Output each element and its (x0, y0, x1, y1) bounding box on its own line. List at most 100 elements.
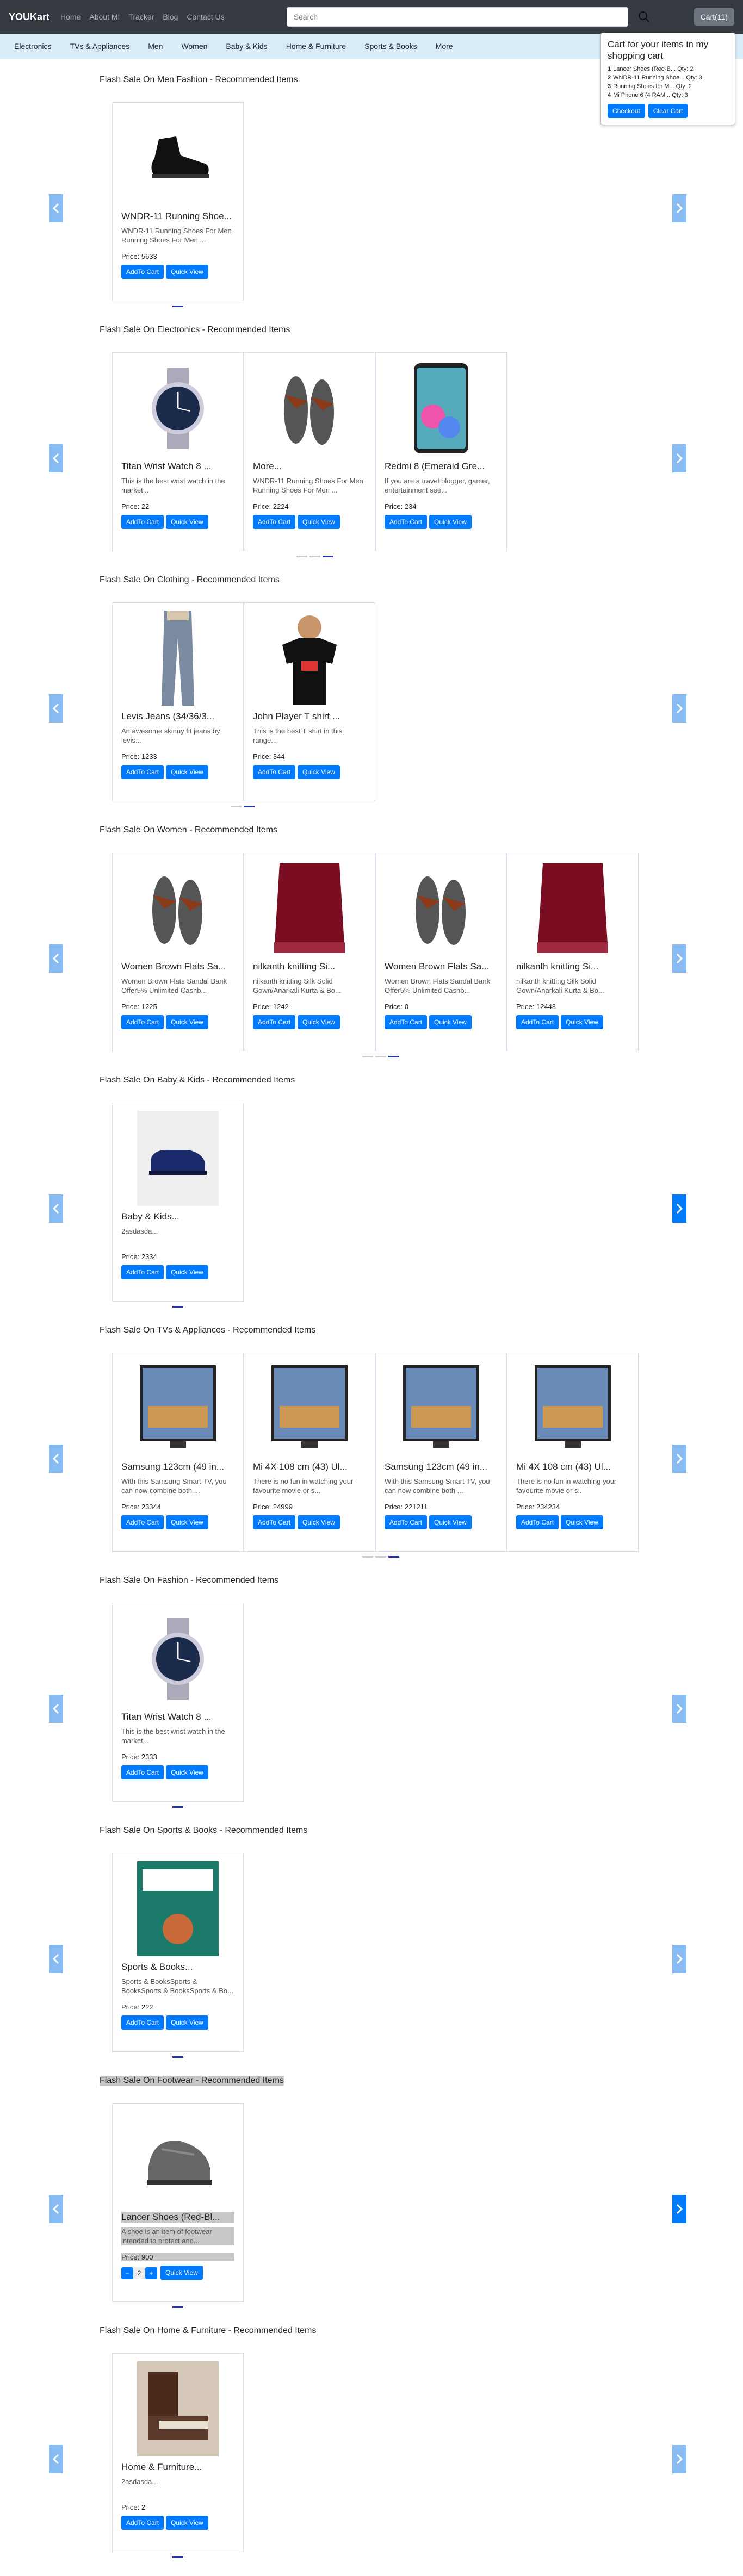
carousel-prev-button[interactable] (49, 1194, 63, 1223)
quick-view-button[interactable]: Quick View (298, 1515, 340, 1529)
carousel-prev-button[interactable] (49, 694, 63, 723)
carousel-indicator[interactable] (172, 1806, 183, 1808)
add-to-cart-button[interactable]: AddTo Cart (121, 765, 164, 779)
tshirt-icon[interactable] (269, 611, 350, 706)
carousel-indicator[interactable] (296, 556, 307, 557)
carousel-prev-button[interactable] (49, 944, 63, 973)
add-to-cart-button[interactable]: AddTo Cart (253, 515, 296, 529)
carousel-indicator[interactable] (172, 2056, 183, 2058)
category-home-furniture[interactable]: Home & Furniture (276, 42, 355, 51)
search-icon[interactable] (635, 8, 653, 26)
quick-view-button[interactable]: Quick View (298, 1015, 340, 1029)
carousel-indicator[interactable] (172, 2556, 183, 2558)
add-to-cart-button[interactable]: AddTo Cart (121, 515, 164, 529)
carousel-next-button[interactable] (672, 1194, 686, 1223)
nav-link-home[interactable]: Home (60, 13, 81, 21)
quick-view-button[interactable]: Quick View (429, 1515, 472, 1529)
quick-view-button[interactable]: Quick View (166, 2015, 208, 2030)
category-electronics[interactable]: Electronics (4, 42, 60, 51)
cart-button[interactable]: Cart(11) (694, 8, 734, 26)
carousel-next-button[interactable] (672, 444, 686, 472)
add-to-cart-button[interactable]: AddTo Cart (516, 1015, 559, 1029)
quick-view-button[interactable]: Quick View (561, 1515, 603, 1529)
carousel-prev-button[interactable] (49, 194, 63, 222)
kids-shoe-icon[interactable] (137, 1111, 219, 1206)
carousel-prev-button[interactable] (49, 1445, 63, 1473)
add-to-cart-button[interactable]: AddTo Cart (385, 515, 428, 529)
carousel-indicator[interactable] (172, 306, 183, 307)
add-to-cart-button[interactable]: AddTo Cart (253, 765, 296, 779)
quick-view-button[interactable]: Quick View (429, 1015, 472, 1029)
carousel-indicator[interactable] (172, 2306, 183, 2308)
sandal-icon[interactable] (137, 861, 219, 956)
carousel-indicator[interactable] (323, 556, 333, 557)
carousel-prev-button[interactable] (49, 1695, 63, 1723)
category-sports-books[interactable]: Sports & Books (355, 42, 426, 51)
carousel-next-button[interactable] (672, 1445, 686, 1473)
carousel-prev-button[interactable] (49, 2195, 63, 2223)
nav-link-contact[interactable]: Contact Us (187, 13, 224, 21)
tv-icon[interactable] (137, 1361, 219, 1456)
search-input[interactable] (286, 7, 628, 27)
carousel-prev-button[interactable] (49, 444, 63, 472)
watch-icon[interactable] (137, 360, 219, 456)
carousel-next-button[interactable] (672, 694, 686, 723)
quick-view-button[interactable]: Quick View (166, 1265, 208, 1279)
checkout-button[interactable]: Checkout (608, 104, 645, 118)
carousel-indicator[interactable] (231, 806, 242, 807)
decrement-button[interactable]: − (121, 2267, 133, 2279)
book-icon[interactable] (137, 1861, 219, 1956)
quick-view-button[interactable]: Quick View (166, 1015, 208, 1029)
carousel-prev-button[interactable] (49, 1945, 63, 1973)
add-to-cart-button[interactable]: AddTo Cart (121, 2015, 164, 2030)
carousel-prev-button[interactable] (49, 2445, 63, 2473)
carousel-indicator[interactable] (388, 1556, 399, 1558)
tv-icon[interactable] (532, 1361, 614, 1456)
category-more[interactable]: More (426, 42, 462, 51)
category-women[interactable]: Women (171, 42, 216, 51)
tv-icon[interactable] (400, 1361, 482, 1456)
category-baby-kids[interactable]: Baby & Kids (216, 42, 276, 51)
quick-view-button[interactable]: Quick View (166, 1765, 208, 1779)
add-to-cart-button[interactable]: AddTo Cart (253, 1515, 296, 1529)
brand-logo[interactable]: YOUKart (9, 11, 49, 23)
quick-view-button[interactable]: Quick View (160, 2266, 203, 2280)
add-to-cart-button[interactable]: AddTo Cart (121, 1265, 164, 1279)
carousel-indicator[interactable] (388, 1056, 399, 1057)
add-to-cart-button[interactable]: AddTo Cart (253, 1015, 296, 1029)
quick-view-button[interactable]: Quick View (166, 2516, 208, 2530)
add-to-cart-button[interactable]: AddTo Cart (121, 1765, 164, 1779)
carousel-next-button[interactable] (672, 194, 686, 222)
quantity-stepper[interactable]: −2 + (121, 2267, 157, 2279)
tv-icon[interactable] (269, 1361, 350, 1456)
nav-link-blog[interactable]: Blog (163, 13, 178, 21)
quick-view-button[interactable]: Quick View (298, 515, 340, 529)
quick-view-button[interactable]: Quick View (166, 765, 208, 779)
add-to-cart-button[interactable]: AddTo Cart (516, 1515, 559, 1529)
phone-icon[interactable] (400, 360, 482, 456)
carousel-indicator[interactable] (375, 1556, 386, 1558)
jeans-icon[interactable] (137, 611, 219, 706)
quick-view-button[interactable]: Quick View (166, 265, 208, 279)
add-to-cart-button[interactable]: AddTo Cart (385, 1015, 428, 1029)
carousel-next-button[interactable] (672, 944, 686, 973)
carousel-next-button[interactable] (672, 2445, 686, 2473)
quick-view-button[interactable]: Quick View (166, 515, 208, 529)
add-to-cart-button[interactable]: AddTo Cart (121, 1015, 164, 1029)
carousel-indicator[interactable] (362, 1056, 373, 1057)
carousel-indicator[interactable] (362, 1556, 373, 1558)
quick-view-button[interactable]: Quick View (561, 1015, 603, 1029)
nav-link-tracker[interactable]: Tracker (128, 13, 154, 21)
sneaker-icon[interactable] (137, 2111, 219, 2206)
add-to-cart-button[interactable]: AddTo Cart (121, 265, 164, 279)
clear-cart-button[interactable]: Clear Cart (648, 104, 688, 118)
sandal-icon[interactable] (269, 360, 350, 456)
increment-button[interactable]: + (145, 2267, 157, 2279)
add-to-cart-button[interactable]: AddTo Cart (121, 1515, 164, 1529)
nav-link-about[interactable]: About MI (89, 13, 120, 21)
shoe-icon[interactable] (137, 110, 219, 206)
category-men[interactable]: Men (138, 42, 171, 51)
quick-view-button[interactable]: Quick View (429, 515, 472, 529)
carousel-indicator[interactable] (375, 1056, 386, 1057)
category-tvs-appliances[interactable]: TVs & Appliances (60, 42, 138, 51)
